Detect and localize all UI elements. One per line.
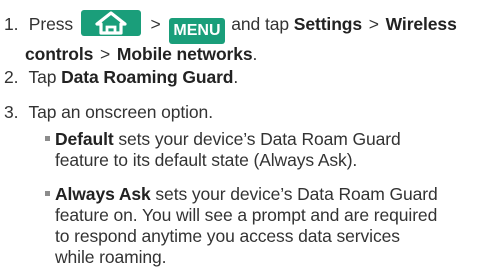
step-3: 3. Tap an onscreen option. (4, 102, 213, 123)
separator: > (150, 14, 161, 34)
controls-label: controls (25, 44, 94, 64)
option-text: sets your device’s Data Roam Guard (118, 129, 401, 149)
step-text: Tap (28, 67, 57, 87)
step-text: Press (28, 14, 73, 34)
bullet-icon (45, 191, 50, 196)
option-line: to respond anytime you access data servi… (55, 226, 400, 246)
option-line: Default sets your device’s Data Roam Gua… (45, 129, 485, 150)
option-term: Always Ask (55, 184, 151, 204)
bullet-icon (45, 136, 50, 141)
wireless-label: Wireless (385, 14, 457, 34)
separator: > (100, 44, 111, 64)
settings-label: Settings (293, 14, 363, 34)
step-1: 1. Press > MENU and tap Settings > Wirel… (4, 10, 457, 65)
home-key-icon (80, 10, 141, 36)
separator: > (368, 14, 379, 34)
step-number: 2. (4, 67, 19, 87)
option-term: Default (55, 129, 114, 149)
step-1-line-2: controls > Mobile networks. (25, 44, 258, 64)
option-always-ask: Always Ask sets your device’s Data Roam … (45, 184, 485, 268)
step-number: 3. (4, 102, 19, 122)
option-default: Default sets your device’s Data Roam Gua… (45, 129, 485, 171)
option-line: feature on. You will see a prompt and ar… (55, 205, 438, 225)
option-text: sets your device’s Data Roam Guard (155, 184, 438, 204)
instructions-page: 1. Press > MENU and tap Settings > Wirel… (0, 0, 485, 280)
step-1-line-1: 1. Press > MENU and tap Settings > Wirel… (4, 10, 457, 44)
option-line: Always Ask sets your device’s Data Roam … (45, 184, 485, 205)
step-text: Tap an onscreen option. (28, 102, 213, 122)
step-2: 2. Tap Data Roaming Guard. (4, 67, 239, 87)
data-roaming-guard-label: Data Roaming Guard (61, 67, 234, 87)
menu-key-icon: MENU (169, 18, 225, 44)
option-line: feature to its default state (Always Ask… (55, 150, 358, 170)
step-text: and tap (231, 14, 289, 34)
step-number: 1. (4, 14, 19, 34)
mobile-networks-label: Mobile networks (116, 44, 253, 64)
option-line: while roaming. (55, 247, 167, 267)
